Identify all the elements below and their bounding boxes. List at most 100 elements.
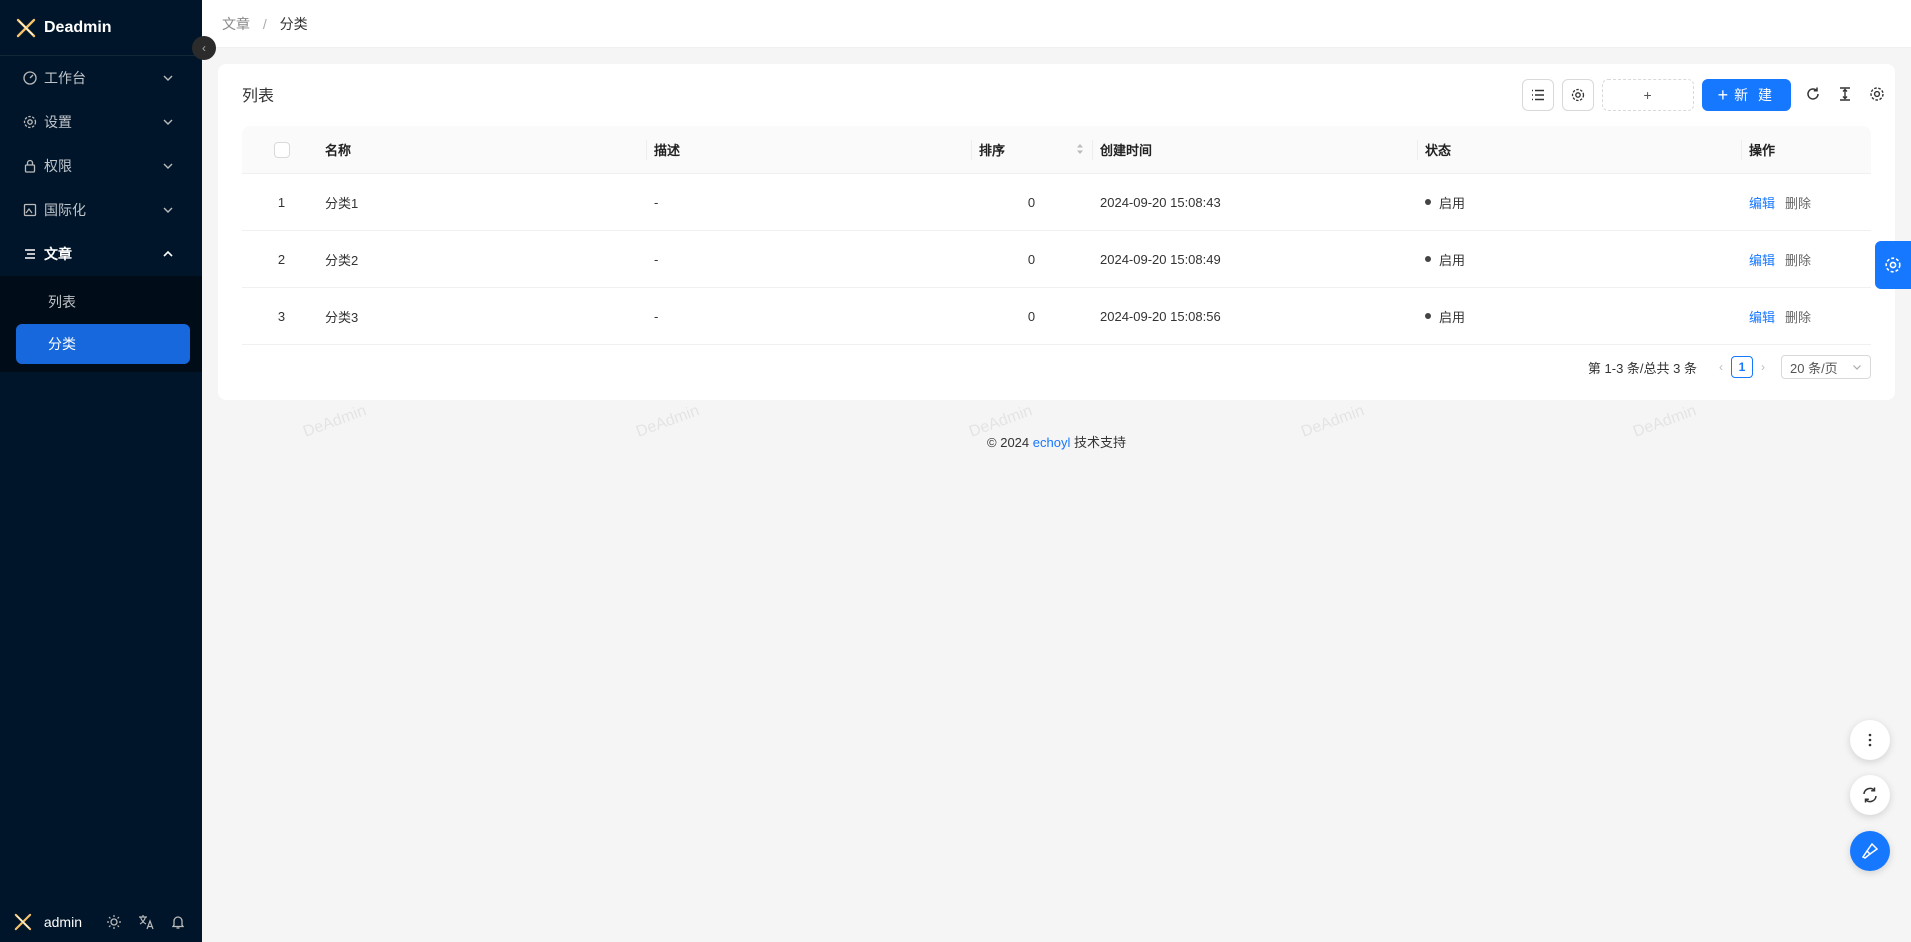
clear-cache-button[interactable] [1850, 831, 1890, 871]
status-dot [1425, 313, 1431, 319]
lock-icon [22, 158, 38, 174]
copyright-icon: © [987, 435, 997, 450]
column-header-status: 状态 [1417, 126, 1741, 173]
chevron-down-icon [162, 160, 174, 172]
status-label: 启用 [1439, 252, 1466, 268]
column-header-created: 创建时间 [1092, 126, 1417, 173]
sidebar-item-settings[interactable]: 设置 [0, 100, 202, 144]
delete-link[interactable]: 删除 [1785, 307, 1811, 326]
add-dashed-button[interactable]: + [1601, 79, 1694, 111]
edit-link[interactable]: 编辑 [1749, 307, 1775, 326]
avatar[interactable] [14, 912, 32, 932]
edit-link[interactable]: 编辑 [1749, 250, 1775, 269]
breadcrumb: 文章 / 分类 [222, 14, 308, 34]
edit-link[interactable]: 编辑 [1749, 193, 1775, 212]
breadcrumb-separator: / [262, 15, 267, 32]
list-view-button[interactable] [1521, 79, 1554, 111]
bell-icon[interactable] [170, 914, 186, 930]
cell-name: 分类1 [325, 195, 359, 211]
logo[interactable]: Deadmin [0, 0, 202, 56]
page-size-select[interactable]: 20 条/页 [1781, 355, 1871, 379]
cell-sort: 0 [1027, 308, 1036, 324]
sort-caret-icon[interactable] [1076, 142, 1084, 156]
delete-link[interactable]: 删除 [1785, 250, 1811, 269]
card-title: 列表 [242, 88, 275, 105]
sidebar-item-label: 设置 [44, 114, 72, 130]
prev-page-icon[interactable]: ‹ [1719, 360, 1723, 374]
settings-button[interactable] [1561, 79, 1594, 111]
column-settings-icon[interactable] [1869, 86, 1887, 104]
table-row: 2 分类2 - 0 2024-09-20 15:08:49 启用 编辑 删除 [242, 231, 1871, 288]
column-height-icon[interactable] [1837, 86, 1855, 104]
sun-icon[interactable] [106, 914, 122, 930]
logo-icon [16, 18, 36, 37]
cell-sort: 0 [1027, 194, 1036, 210]
cell-name: 分类2 [325, 252, 359, 268]
pagination: 第 1-3 条/总共 3 条 ‹ 1 › 20 条/页 [1588, 354, 1871, 380]
translate-image-icon [22, 202, 38, 218]
refresh-button[interactable] [1850, 775, 1890, 815]
footer-year: 2024 [1000, 435, 1030, 450]
column-header-actions: 操作 [1741, 126, 1871, 173]
theme-settings-button[interactable] [1875, 241, 1911, 289]
cell-created: 2024-09-20 15:08:56 [1100, 308, 1221, 324]
cell-status: 启用 [1417, 231, 1741, 287]
username[interactable]: admin [44, 914, 82, 930]
footer-brand-link[interactable]: echoyl [1033, 435, 1071, 450]
row-index: 3 [277, 308, 286, 324]
dashboard-icon [22, 70, 38, 86]
cell-desc: - [654, 194, 659, 210]
select-all-cell [242, 126, 321, 173]
chevron-left-icon: ‹ [202, 41, 206, 55]
sidebar-item-i18n[interactable]: 国际化 [0, 188, 202, 232]
sidebar-item-label: 文章 [44, 246, 72, 262]
sidebar-subitem-list[interactable]: 列表 [16, 282, 190, 322]
cell-created: 2024-09-20 15:08:43 [1100, 194, 1221, 210]
delete-link[interactable]: 删除 [1785, 193, 1811, 212]
new-button[interactable]: + 新 建 [1701, 79, 1791, 111]
plus-icon: + [1717, 84, 1729, 105]
cell-status: 启用 [1417, 174, 1741, 230]
next-page-icon[interactable]: › [1761, 360, 1765, 374]
sidebar-footer: admin [0, 902, 202, 942]
broom-icon [1861, 842, 1879, 859]
cell-name: 分类3 [325, 309, 359, 325]
reload-icon[interactable] [1805, 86, 1823, 104]
sidebar-item-label: 权限 [44, 158, 72, 174]
pagination-total: 第 1-3 条/总共 3 条 [1587, 360, 1697, 376]
sidebar-item-workbench[interactable]: 工作台 [0, 56, 202, 100]
app-name: Deadmin [44, 18, 112, 36]
chevron-down-icon [162, 116, 174, 128]
cell-desc: - [654, 308, 659, 324]
cell-actions: 编辑 删除 [1741, 288, 1871, 344]
footer-suffix: 技术支持 [1073, 435, 1126, 450]
breadcrumb-current: 分类 [279, 15, 308, 32]
sidebar-item-articles[interactable]: 文章 [0, 232, 202, 276]
table-row: 1 分类1 - 0 2024-09-20 15:08:43 启用 编辑 删除 [242, 174, 1871, 231]
more-vertical-icon [1868, 733, 1872, 747]
translate-icon[interactable] [138, 914, 154, 930]
breadcrumb-parent[interactable]: 文章 [222, 16, 250, 32]
chevron-down-icon [162, 72, 174, 84]
select-all-checkbox[interactable] [273, 141, 290, 158]
cell-sort: 0 [1027, 251, 1036, 267]
chevron-down-icon [162, 204, 174, 216]
status-dot [1425, 256, 1431, 262]
row-index: 2 [277, 251, 286, 267]
sidebar-subitem-category[interactable]: 分类 [16, 324, 190, 364]
column-header-sort[interactable]: 排序 [971, 126, 1092, 173]
page-button[interactable]: 1 [1731, 356, 1753, 378]
status-label: 启用 [1439, 309, 1466, 325]
collapse-sidebar-button[interactable]: ‹ [192, 36, 216, 60]
category-table: 名称 描述 排序 创建时间 状态 操作 1 分类1 - 0 2024-09-20… [242, 126, 1871, 345]
gear-icon [1885, 257, 1901, 273]
column-header-sort-label: 排序 [979, 143, 1006, 158]
chevron-up-icon [162, 248, 174, 260]
page-footer: © 2024 echoyl 技术支持 [202, 432, 1911, 451]
header: 文章 / 分类 [202, 0, 1911, 48]
column-header-desc: 描述 [646, 126, 971, 173]
list-icon [1531, 89, 1544, 101]
more-button[interactable] [1850, 720, 1890, 760]
sidebar-item-permissions[interactable]: 权限 [0, 144, 202, 188]
chevron-down-icon [1853, 365, 1861, 370]
